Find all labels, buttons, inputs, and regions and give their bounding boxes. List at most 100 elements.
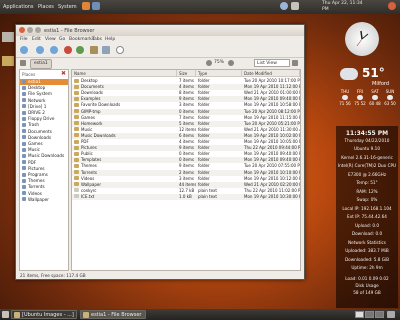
folder-icon bbox=[74, 115, 79, 120]
column-type[interactable]: Type bbox=[196, 70, 242, 77]
table-row[interactable]: Music 12 items folder Wed 21 Apr 2010 11:30… bbox=[72, 127, 300, 133]
stop-icon[interactable] bbox=[64, 46, 72, 54]
home-icon[interactable] bbox=[90, 46, 98, 54]
column-size[interactable]: Size bbox=[177, 70, 196, 77]
folder-icon bbox=[74, 157, 79, 162]
volume-icon[interactable] bbox=[291, 2, 299, 10]
file-type-cell: folder bbox=[198, 78, 210, 83]
forecast-day: THU 71 56 bbox=[338, 89, 352, 106]
taskbar-item-file-browser[interactable]: estia1 - File Browser bbox=[80, 310, 146, 319]
panel-clock[interactable]: Thu Apr 22, 11:34 PM bbox=[322, 1, 370, 13]
table-row[interactable]: Examples 9 items folder Mon 19 Apr 2010 09:… bbox=[72, 96, 300, 103]
view-mode-select[interactable]: List View bbox=[254, 59, 290, 67]
applications-menu[interactable]: Applications bbox=[3, 4, 34, 10]
up-arrow-icon[interactable] bbox=[50, 46, 58, 54]
menu-file[interactable]: File bbox=[20, 37, 28, 42]
sidebar-item[interactable]: Documents bbox=[22, 129, 52, 135]
sidebar-item[interactable]: Themes bbox=[22, 178, 45, 184]
sidebar-item[interactable]: Videos bbox=[22, 191, 42, 197]
network-icon[interactable] bbox=[280, 2, 288, 10]
show-desktop-icon[interactable] bbox=[2, 311, 9, 318]
sidebar-item[interactable]: Floppy Drive bbox=[22, 116, 54, 122]
menu-view[interactable]: View bbox=[45, 37, 56, 42]
taskbar-item-images[interactable]: [Ubuntu Images - ...] bbox=[11, 310, 77, 319]
sidebar-item[interactable]: estia1 bbox=[20, 79, 68, 85]
table-row[interactable]: conkyrc 12.7 kB plain text Thu 22 Apr 2010 … bbox=[72, 188, 300, 194]
sidebar-item[interactable]: Games bbox=[22, 141, 43, 147]
menu-tabs[interactable]: Tabs bbox=[92, 37, 102, 42]
table-row[interactable]: Homework 5 items folder Tue 20 Apr 2010 05:… bbox=[72, 120, 300, 127]
close-window-button[interactable] bbox=[19, 27, 25, 33]
table-row[interactable]: Templates 0 items folder Mon 19 Apr 2010 09… bbox=[72, 157, 300, 164]
file-date-cell: Mon 19 Apr 2010 10:10:00 PM EDT bbox=[244, 169, 300, 175]
back-arrow-icon[interactable] bbox=[20, 46, 28, 54]
zoom-out-icon[interactable] bbox=[206, 60, 212, 66]
sidebar-item[interactable]: Pictures bbox=[22, 166, 45, 172]
file-name: Downloads bbox=[81, 90, 103, 96]
table-row[interactable]: GIMP-tmp 0 items folder Tue 20 Apr 2010 08:… bbox=[72, 108, 300, 115]
table-row[interactable]: Public 0 items folder Mon 19 Apr 2010 09:40… bbox=[72, 151, 300, 157]
menu-bookmarks[interactable]: Bookmarks bbox=[69, 37, 94, 42]
zoom-in-icon[interactable] bbox=[228, 60, 234, 66]
sidebar-item[interactable]: File System bbox=[22, 91, 52, 97]
view-options-icon[interactable] bbox=[292, 60, 298, 66]
sidebar-header[interactable]: Places bbox=[22, 72, 35, 77]
system-menu[interactable]: System bbox=[58, 4, 77, 10]
desktop-folder-icon[interactable] bbox=[2, 56, 14, 66]
minimize-window-button[interactable] bbox=[27, 27, 33, 33]
location-path-button[interactable]: estia1 bbox=[30, 59, 52, 69]
sidebar-item[interactable]: Network bbox=[22, 98, 45, 104]
table-row[interactable]: Favorite Downloads 3 items folder Mon 19 Ap… bbox=[72, 102, 300, 108]
computer-icon[interactable] bbox=[102, 46, 110, 54]
weather-widget: 51° Milford THU 71 56 FRI 75 52 SAT 60 48 SUN 6… bbox=[338, 64, 398, 112]
window-titlebar[interactable]: estia1 - File Browser bbox=[16, 25, 304, 36]
menu-go[interactable]: Go bbox=[59, 37, 65, 42]
table-row[interactable]: Themes 9 items folder Tue 20 Apr 2010 07:55… bbox=[72, 163, 300, 169]
table-row[interactable]: Downloads 8 items folder Wed 21 Apr 2010 01… bbox=[72, 90, 300, 96]
reload-icon[interactable] bbox=[76, 46, 84, 54]
sidebar-item[interactable]: DRIVE 2 bbox=[22, 110, 45, 116]
sidebar-item[interactable]: Programs bbox=[22, 172, 48, 178]
firefox-launcher-icon[interactable] bbox=[82, 2, 90, 10]
sidebar-item[interactable]: [Drive] 1 bbox=[22, 104, 46, 110]
workspace-1[interactable] bbox=[355, 311, 364, 318]
workspace-3[interactable] bbox=[375, 311, 384, 318]
table-row[interactable]: Torrents 2 items folder Mon 19 Apr 2010 10:… bbox=[72, 169, 300, 176]
table-row[interactable]: Pictures 9 items folder Thu 22 Apr 2010 09:… bbox=[72, 145, 300, 152]
table-row[interactable]: Videos 3 items folder Mon 19 Apr 2010 10:12… bbox=[72, 176, 300, 182]
table-row[interactable]: Wallpaper 44 items folder Wed 21 Apr 2010 0… bbox=[72, 181, 300, 188]
table-row[interactable]: ICE.txt 1.0 kB plain text Mon 19 Apr 2010 1… bbox=[72, 193, 300, 200]
close-sidebar-icon[interactable]: ✖ bbox=[61, 71, 66, 77]
sidebar-item[interactable]: Downloads bbox=[22, 135, 51, 141]
column-name[interactable]: Name bbox=[72, 70, 177, 77]
sidebar-item[interactable]: Desktop bbox=[22, 85, 45, 91]
file-size-cell: 4 items bbox=[179, 84, 194, 90]
sidebar-item[interactable]: Music bbox=[22, 147, 40, 153]
file-icon bbox=[74, 188, 79, 193]
menu-help[interactable]: Help bbox=[105, 37, 115, 42]
system-info-line: Ubuntu 9.10 bbox=[354, 146, 380, 151]
menu-edit[interactable]: Edit bbox=[32, 37, 41, 42]
search-icon[interactable] bbox=[116, 46, 124, 54]
table-row[interactable]: Documents 4 items folder Mon 19 Apr 2010 11… bbox=[72, 84, 300, 91]
sidebar-item[interactable]: Trash bbox=[22, 122, 39, 128]
desktop-drive-icon[interactable] bbox=[2, 32, 14, 42]
table-row[interactable]: Music Downloads 6 items folder Mon 19 Apr 2… bbox=[72, 132, 300, 139]
table-row[interactable]: Desktop 7 items folder Tue 20 Apr 2010 10:1… bbox=[72, 78, 300, 84]
places-menu[interactable]: Places bbox=[38, 4, 54, 10]
maximize-window-button[interactable] bbox=[35, 27, 41, 33]
workspace-2[interactable] bbox=[365, 311, 374, 318]
sidebar-item[interactable]: PDF bbox=[22, 160, 36, 166]
sidebar-item[interactable]: Wallpaper bbox=[22, 197, 49, 203]
shutdown-icon[interactable] bbox=[388, 2, 396, 10]
forward-arrow-icon[interactable] bbox=[36, 46, 44, 54]
sidebar-item[interactable]: Torrents bbox=[22, 184, 45, 190]
mail-launcher-icon[interactable] bbox=[92, 2, 100, 10]
file-name: Examples bbox=[81, 96, 101, 102]
table-row[interactable]: PDF 4 items folder Mon 19 Apr 2010 10:05:00… bbox=[72, 139, 300, 145]
trash-icon[interactable] bbox=[387, 311, 395, 318]
table-row[interactable]: Games 7 items folder Mon 19 Apr 2010 11:15:… bbox=[72, 115, 300, 121]
sidebar-item[interactable]: Music Downloads bbox=[22, 153, 64, 159]
column-date-modified[interactable]: Date Modified bbox=[242, 70, 300, 77]
toggle-location-icon[interactable] bbox=[20, 60, 26, 66]
